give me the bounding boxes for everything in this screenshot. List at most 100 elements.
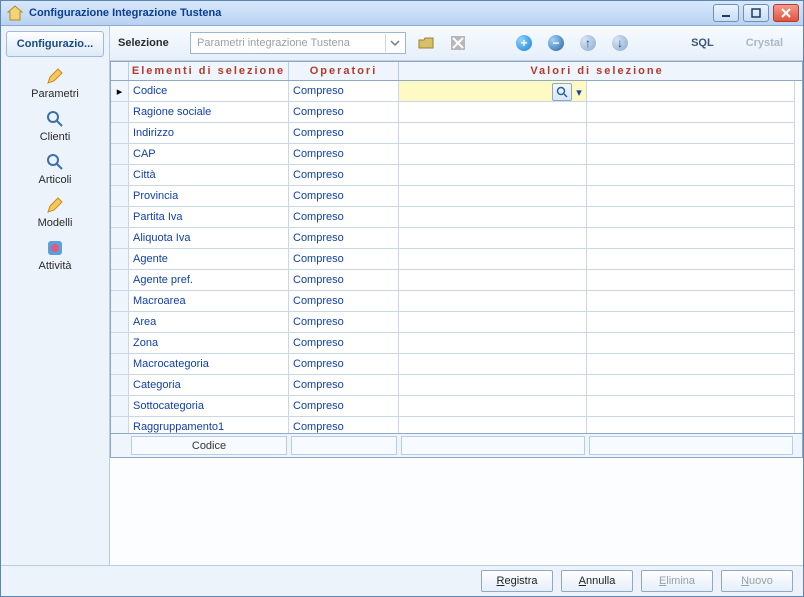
row-marker[interactable]: ▸ — [111, 81, 129, 102]
cell-value-to[interactable] — [587, 81, 795, 102]
register-button[interactable]: Registra — [481, 570, 553, 592]
cell-value-from[interactable] — [399, 186, 587, 207]
table-row[interactable]: ZonaCompreso — [111, 333, 802, 354]
cell-operator[interactable]: Compreso — [289, 249, 399, 270]
lookup-control[interactable]: ▾ — [552, 83, 584, 101]
cell-value-to[interactable] — [587, 144, 795, 165]
cell-element[interactable]: Raggruppamento1 — [129, 417, 289, 433]
cell-operator[interactable]: Compreso — [289, 81, 399, 102]
cell-element[interactable]: Categoria — [129, 375, 289, 396]
row-marker[interactable] — [111, 123, 129, 144]
cell-value-to[interactable] — [587, 291, 795, 312]
row-marker[interactable] — [111, 228, 129, 249]
remove-row-button[interactable]: − — [544, 31, 568, 55]
cell-value-to[interactable] — [587, 396, 795, 417]
cell-value-from[interactable] — [399, 123, 587, 144]
sidebar-item-attivita[interactable]: Attività — [1, 232, 109, 275]
cell-value-from[interactable] — [399, 249, 587, 270]
table-row[interactable]: ▸CodiceCompreso ▾ — [111, 81, 802, 102]
row-marker[interactable] — [111, 165, 129, 186]
cell-value-from[interactable] — [399, 291, 587, 312]
table-row[interactable]: MacrocategoriaCompreso — [111, 354, 802, 375]
table-row[interactable]: CategoriaCompreso — [111, 375, 802, 396]
table-row[interactable]: ProvinciaCompreso — [111, 186, 802, 207]
cell-value-to[interactable] — [587, 186, 795, 207]
cell-operator[interactable]: Compreso — [289, 207, 399, 228]
cancel-button[interactable]: Annulla — [561, 570, 633, 592]
cell-operator[interactable]: Compreso — [289, 333, 399, 354]
cell-value-from[interactable] — [399, 312, 587, 333]
cell-value-to[interactable] — [587, 249, 795, 270]
sidebar-item-modelli[interactable]: Modelli — [1, 189, 109, 232]
cell-element[interactable]: Sottocategoria — [129, 396, 289, 417]
cell-element[interactable]: Indirizzo — [129, 123, 289, 144]
cell-element[interactable]: Ragione sociale — [129, 102, 289, 123]
cell-value-to[interactable] — [587, 102, 795, 123]
cell-value-to[interactable] — [587, 123, 795, 144]
cell-value-to[interactable] — [587, 375, 795, 396]
row-marker[interactable] — [111, 417, 129, 433]
cell-operator[interactable]: Compreso — [289, 144, 399, 165]
cell-element[interactable]: Agente pref. — [129, 270, 289, 291]
selection-combo[interactable]: Parametri integrazione Tustena — [190, 32, 406, 54]
open-button[interactable] — [414, 31, 438, 55]
cell-element[interactable]: Partita Iva — [129, 207, 289, 228]
sidebar-header[interactable]: Configurazio... — [6, 31, 104, 57]
row-marker[interactable] — [111, 186, 129, 207]
sidebar-item-articoli[interactable]: Articoli — [1, 146, 109, 189]
row-marker[interactable] — [111, 396, 129, 417]
table-row[interactable]: AreaCompreso — [111, 312, 802, 333]
cell-operator[interactable]: Compreso — [289, 312, 399, 333]
cell-operator[interactable]: Compreso — [289, 375, 399, 396]
cell-value-from[interactable] — [399, 396, 587, 417]
maximize-button[interactable] — [743, 4, 769, 22]
cell-value-to[interactable] — [587, 165, 795, 186]
row-marker[interactable] — [111, 144, 129, 165]
table-row[interactable]: CAPCompreso — [111, 144, 802, 165]
cell-value-to[interactable] — [587, 312, 795, 333]
cell-operator[interactable]: Compreso — [289, 270, 399, 291]
close-button[interactable] — [773, 4, 799, 22]
cell-value-from[interactable]: ▾ — [399, 81, 587, 102]
cell-element[interactable]: Città — [129, 165, 289, 186]
cell-value-from[interactable] — [399, 417, 587, 433]
cell-value-from[interactable] — [399, 102, 587, 123]
cell-value-from[interactable] — [399, 144, 587, 165]
table-row[interactable]: SottocategoriaCompreso — [111, 396, 802, 417]
table-row[interactable]: Partita IvaCompreso — [111, 207, 802, 228]
row-marker[interactable] — [111, 291, 129, 312]
row-marker[interactable] — [111, 354, 129, 375]
cell-element[interactable]: Macrocategoria — [129, 354, 289, 375]
row-marker[interactable] — [111, 333, 129, 354]
row-marker[interactable] — [111, 207, 129, 228]
sidebar-item-parametri[interactable]: Parametri — [1, 60, 109, 103]
cell-element[interactable]: Macroarea — [129, 291, 289, 312]
row-marker[interactable] — [111, 312, 129, 333]
cell-value-from[interactable] — [399, 165, 587, 186]
add-row-button[interactable]: + — [512, 31, 536, 55]
cell-operator[interactable]: Compreso — [289, 228, 399, 249]
row-marker[interactable] — [111, 375, 129, 396]
cell-operator[interactable]: Compreso — [289, 291, 399, 312]
cell-operator[interactable]: Compreso — [289, 102, 399, 123]
cell-value-from[interactable] — [399, 354, 587, 375]
row-marker[interactable] — [111, 102, 129, 123]
cell-element[interactable]: Codice — [129, 81, 289, 102]
table-row[interactable]: IndirizzoCompreso — [111, 123, 802, 144]
delete-param-button[interactable] — [446, 31, 470, 55]
col-operators[interactable]: Operatori — [289, 62, 399, 80]
table-row[interactable]: Aliquota IvaCompreso — [111, 228, 802, 249]
cell-value-from[interactable] — [399, 207, 587, 228]
cell-value-to[interactable] — [587, 354, 795, 375]
col-values-from[interactable]: Valori di selezione — [399, 62, 795, 80]
cell-element[interactable]: Area — [129, 312, 289, 333]
cell-element[interactable]: Agente — [129, 249, 289, 270]
table-row[interactable]: MacroareaCompreso — [111, 291, 802, 312]
table-row[interactable]: CittàCompreso — [111, 165, 802, 186]
cell-value-to[interactable] — [587, 207, 795, 228]
table-row[interactable]: Agente pref.Compreso — [111, 270, 802, 291]
table-row[interactable]: AgenteCompreso — [111, 249, 802, 270]
row-marker[interactable] — [111, 270, 129, 291]
cell-element[interactable]: Provincia — [129, 186, 289, 207]
move-up-button[interactable]: ↑ — [576, 31, 600, 55]
